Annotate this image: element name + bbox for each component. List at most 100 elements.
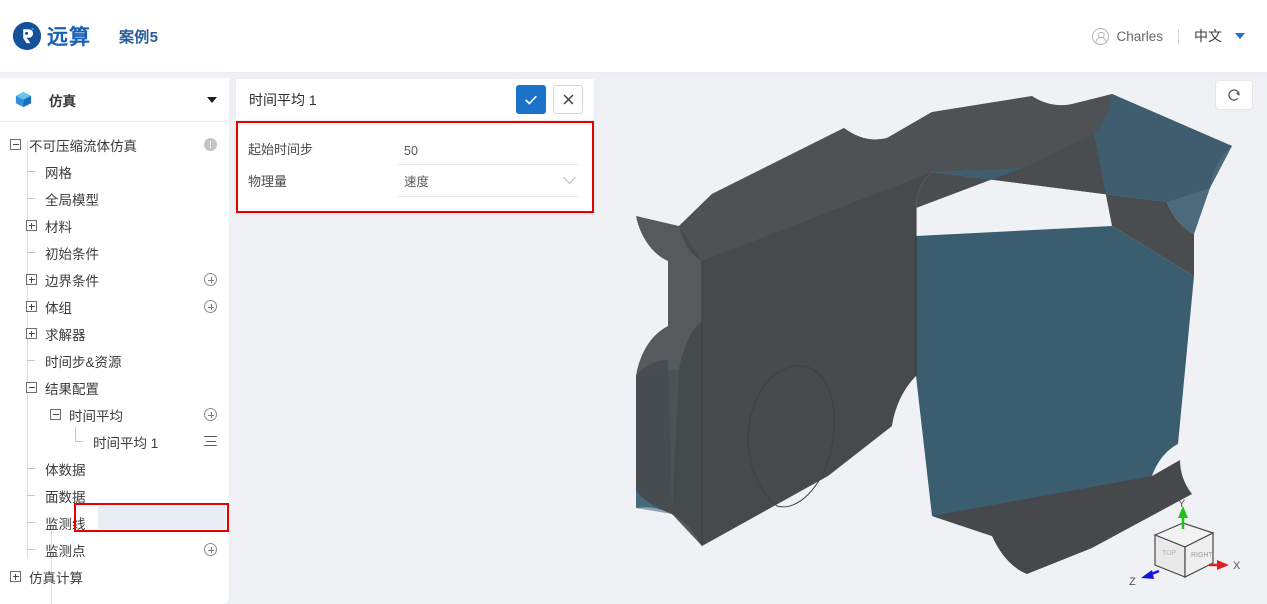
tree-item-label: 时间平均 <box>69 408 123 424</box>
check-icon <box>525 95 537 104</box>
tree-item-label: 时间平均 1 <box>93 435 159 451</box>
add-circle-icon[interactable] <box>204 273 217 286</box>
property-panel-title: 时间平均 1 <box>249 91 317 108</box>
tree-item-label: 全局模型 <box>45 192 99 208</box>
collapse-icon[interactable] <box>50 409 61 420</box>
tree-item-trailing <box>204 408 217 421</box>
add-circle-icon[interactable] <box>204 300 217 313</box>
tree-item[interactable]: 全局模型 <box>0 185 229 212</box>
app-header: 远算 案例5 Charles 中文 <box>0 0 1267 73</box>
sidebar-header-label: 仿真 <box>49 93 76 109</box>
tree-item[interactable]: 求解器 <box>0 320 229 347</box>
tree-item[interactable]: 体数据 <box>0 455 229 482</box>
tree-item[interactable]: 边界条件 <box>0 266 229 293</box>
tree-item-label: 仿真计算 <box>29 570 83 586</box>
cube-face-right-label: RIGHT <box>1191 552 1214 559</box>
axis-label-z: Z <box>1129 576 1136 588</box>
tree-item-label: 时间步&资源 <box>45 354 122 370</box>
app-root: 远算 案例5 Charles 中文 TOP RIGHT Y X Z 仿真 不可压… <box>0 0 1267 604</box>
form-value: 速度 <box>404 175 430 189</box>
form-row: 物理量 速度 <box>248 165 578 197</box>
collapse-icon[interactable] <box>10 139 21 150</box>
tree-branch-line <box>26 517 37 528</box>
tree-branch-line <box>26 355 37 366</box>
form-input[interactable]: 50 <box>398 144 578 165</box>
tree-branch-line <box>26 166 37 177</box>
add-circle-icon[interactable] <box>204 408 217 421</box>
collapse-icon[interactable] <box>26 382 37 393</box>
user-circle-icon <box>1092 27 1110 45</box>
expand-icon[interactable] <box>26 274 37 285</box>
add-circle-icon[interactable] <box>204 543 217 556</box>
form-label: 物理量 <box>248 174 288 189</box>
sidebar-header[interactable]: 仿真 <box>0 78 229 122</box>
chevron-down-icon[interactable] <box>563 171 576 185</box>
tree-item-label: 面数据 <box>45 489 86 505</box>
tree-item[interactable]: 监测点 <box>0 536 229 563</box>
axis-label-y: Y <box>1178 499 1186 510</box>
expand-icon[interactable] <box>26 220 37 231</box>
header-divider <box>1178 28 1179 44</box>
tree-branch-line <box>26 193 37 204</box>
tree-item[interactable]: 时间平均 1 <box>0 427 229 455</box>
tree-item-label: 监测线 <box>45 516 86 532</box>
tree-branch-line <box>26 247 37 258</box>
orientation-cube[interactable]: TOP RIGHT Y X Z <box>1125 498 1245 602</box>
tree-item-label: 体组 <box>45 300 72 316</box>
form-row: 起始时间步 50 <box>248 133 578 165</box>
user-menu[interactable]: Charles <box>1092 27 1163 45</box>
tree-item-trailing <box>204 436 217 447</box>
tree-item[interactable]: 结果配置 <box>0 374 229 401</box>
tree-item-label: 监测点 <box>45 543 86 559</box>
yuansuan-logo-icon <box>13 22 41 50</box>
tree-item[interactable]: 面数据 <box>0 482 229 509</box>
property-panel-header: 时间平均 1 <box>236 79 594 121</box>
case-title: 案例5 <box>119 28 159 46</box>
tree-item[interactable]: 网格 <box>0 158 229 185</box>
tree-branch-line <box>26 544 37 555</box>
tree-item-label: 网格 <box>45 165 72 181</box>
sidebar: 仿真 不可压缩流体仿真网格全局模型材料初始条件边界条件体组求解器时间步&资源结果… <box>0 78 229 604</box>
confirm-button[interactable] <box>516 85 546 114</box>
property-panel-actions <box>516 85 583 114</box>
tree-item[interactable]: 初始条件 <box>0 239 229 266</box>
menu-icon[interactable] <box>204 436 217 447</box>
refresh-icon <box>1228 89 1240 101</box>
tree-item[interactable]: 体组 <box>0 293 229 320</box>
cancel-button[interactable] <box>553 85 583 114</box>
tree-item-label: 体数据 <box>45 462 86 478</box>
brand[interactable]: 远算 <box>13 21 91 51</box>
tree-item-label: 材料 <box>45 219 72 235</box>
tree-item[interactable]: 时间平均 <box>0 401 229 428</box>
tree-item-label: 求解器 <box>45 327 86 343</box>
axis-label-x: X <box>1233 560 1241 572</box>
tree-item-label: 不可压缩流体仿真 <box>29 138 137 154</box>
form-label: 起始时间步 <box>248 142 314 157</box>
tree-item-label: 初始条件 <box>45 246 99 262</box>
close-icon <box>563 94 573 105</box>
reset-view-button[interactable] <box>1215 80 1253 110</box>
info-icon <box>204 138 217 151</box>
property-panel: 时间平均 1 起始时间步 50 物理量 速度 <box>236 79 594 213</box>
tree-item[interactable]: 仿真计算 <box>0 563 229 590</box>
caret-down-icon[interactable] <box>207 96 217 103</box>
tree-branch-line <box>74 427 85 447</box>
tree-item[interactable]: 时间步&资源 <box>0 347 229 374</box>
form-select[interactable]: 速度 <box>398 171 578 197</box>
tree-item-trailing <box>204 543 217 556</box>
form-value: 50 <box>404 144 418 158</box>
tree-item[interactable]: 材料 <box>0 212 229 239</box>
tree-item[interactable]: 不可压缩流体仿真 <box>0 131 229 158</box>
tree-item-trailing <box>204 300 217 313</box>
selected-row-highlight <box>98 506 226 529</box>
cube-face-top-label: TOP <box>1162 550 1177 557</box>
expand-icon[interactable] <box>10 571 21 582</box>
property-panel-body: 起始时间步 50 物理量 速度 <box>236 121 594 213</box>
tree-item-trailing <box>204 138 217 151</box>
language-label: 中文 <box>1194 28 1222 44</box>
tree-item-label: 边界条件 <box>45 273 99 289</box>
language-selector[interactable]: 中文 <box>1194 26 1245 46</box>
expand-icon[interactable] <box>26 328 37 339</box>
cube-icon <box>15 91 32 108</box>
expand-icon[interactable] <box>26 301 37 312</box>
